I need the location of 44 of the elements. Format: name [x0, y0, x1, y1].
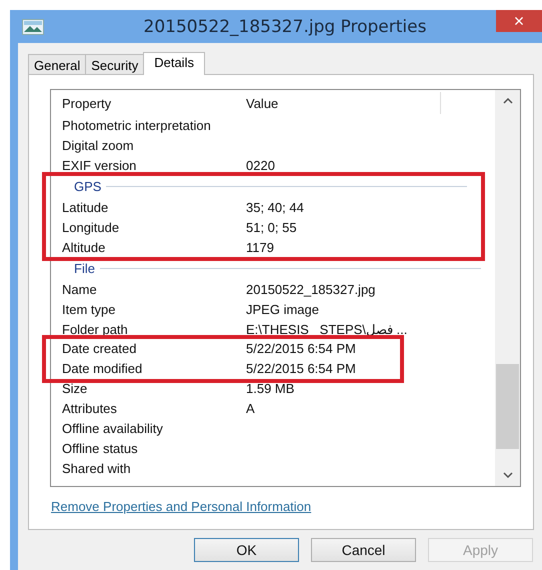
- column-header[interactable]: Value: [246, 96, 278, 110]
- property-value: JPEG image: [246, 302, 319, 317]
- property-value: 5/22/2015 6:54 PM: [246, 361, 356, 376]
- property-value: 35; 40; 44: [246, 200, 304, 216]
- property-value: 1.59 MB: [246, 381, 294, 396]
- property-value: A: [246, 401, 255, 416]
- scroll-up-icon[interactable]: [502, 98, 512, 104]
- scroll-thumb[interactable]: [496, 364, 519, 449]
- group-header[interactable]: GPS: [62, 179, 106, 194]
- property-value: 20150522_185327.jpg: [246, 282, 376, 297]
- property-name: Date created: [62, 341, 138, 356]
- property-name: Date modified: [62, 361, 144, 376]
- property-value: 51; 0; 55: [246, 220, 297, 235]
- property-value: E:\THESIS STEPS\فصل ...: [246, 322, 408, 337]
- scrollbar[interactable]: [495, 90, 520, 486]
- property-name: Item type: [62, 302, 116, 317]
- property-name: Offline availability: [62, 421, 164, 436]
- property-value: 5/22/2015 6:54 PM: [246, 341, 356, 356]
- tab[interactable]: General: [28, 54, 86, 74]
- property-name: Longitude: [62, 220, 120, 235]
- dialog-button[interactable]: Cancel: [311, 538, 416, 562]
- picture-file-icon: [22, 18, 44, 34]
- close-button[interactable]: ×: [496, 10, 542, 32]
- tab[interactable]: Security: [85, 54, 144, 74]
- column-header[interactable]: Property: [62, 96, 246, 110]
- dialog-button[interactable]: OK: [194, 538, 299, 562]
- property-name: Digital zoom: [62, 138, 135, 154]
- property-name: Shared with: [62, 460, 132, 476]
- tab[interactable]: Details: [143, 52, 205, 75]
- window-title: 20150522_185327.jpg Properties: [142, 16, 428, 36]
- group-header[interactable]: File: [62, 260, 100, 276]
- property-name: Latitude: [62, 200, 110, 216]
- scroll-down-icon[interactable]: [502, 472, 512, 478]
- property-value: 1179: [246, 240, 274, 255]
- property-name: Folder path: [62, 322, 129, 337]
- property-name: EXIF version: [62, 158, 138, 174]
- property-name: Attributes: [62, 401, 118, 416]
- property-name: Altitude: [62, 240, 106, 255]
- property-name: Offline status: [62, 440, 139, 456]
- property-name: Photometric interpretation: [62, 118, 212, 134]
- remove-properties-link[interactable]: Remove Properties and Personal Information: [51, 499, 312, 514]
- property-name: Name: [62, 282, 98, 297]
- property-value: 0220: [246, 158, 275, 174]
- property-name: Size: [62, 381, 88, 396]
